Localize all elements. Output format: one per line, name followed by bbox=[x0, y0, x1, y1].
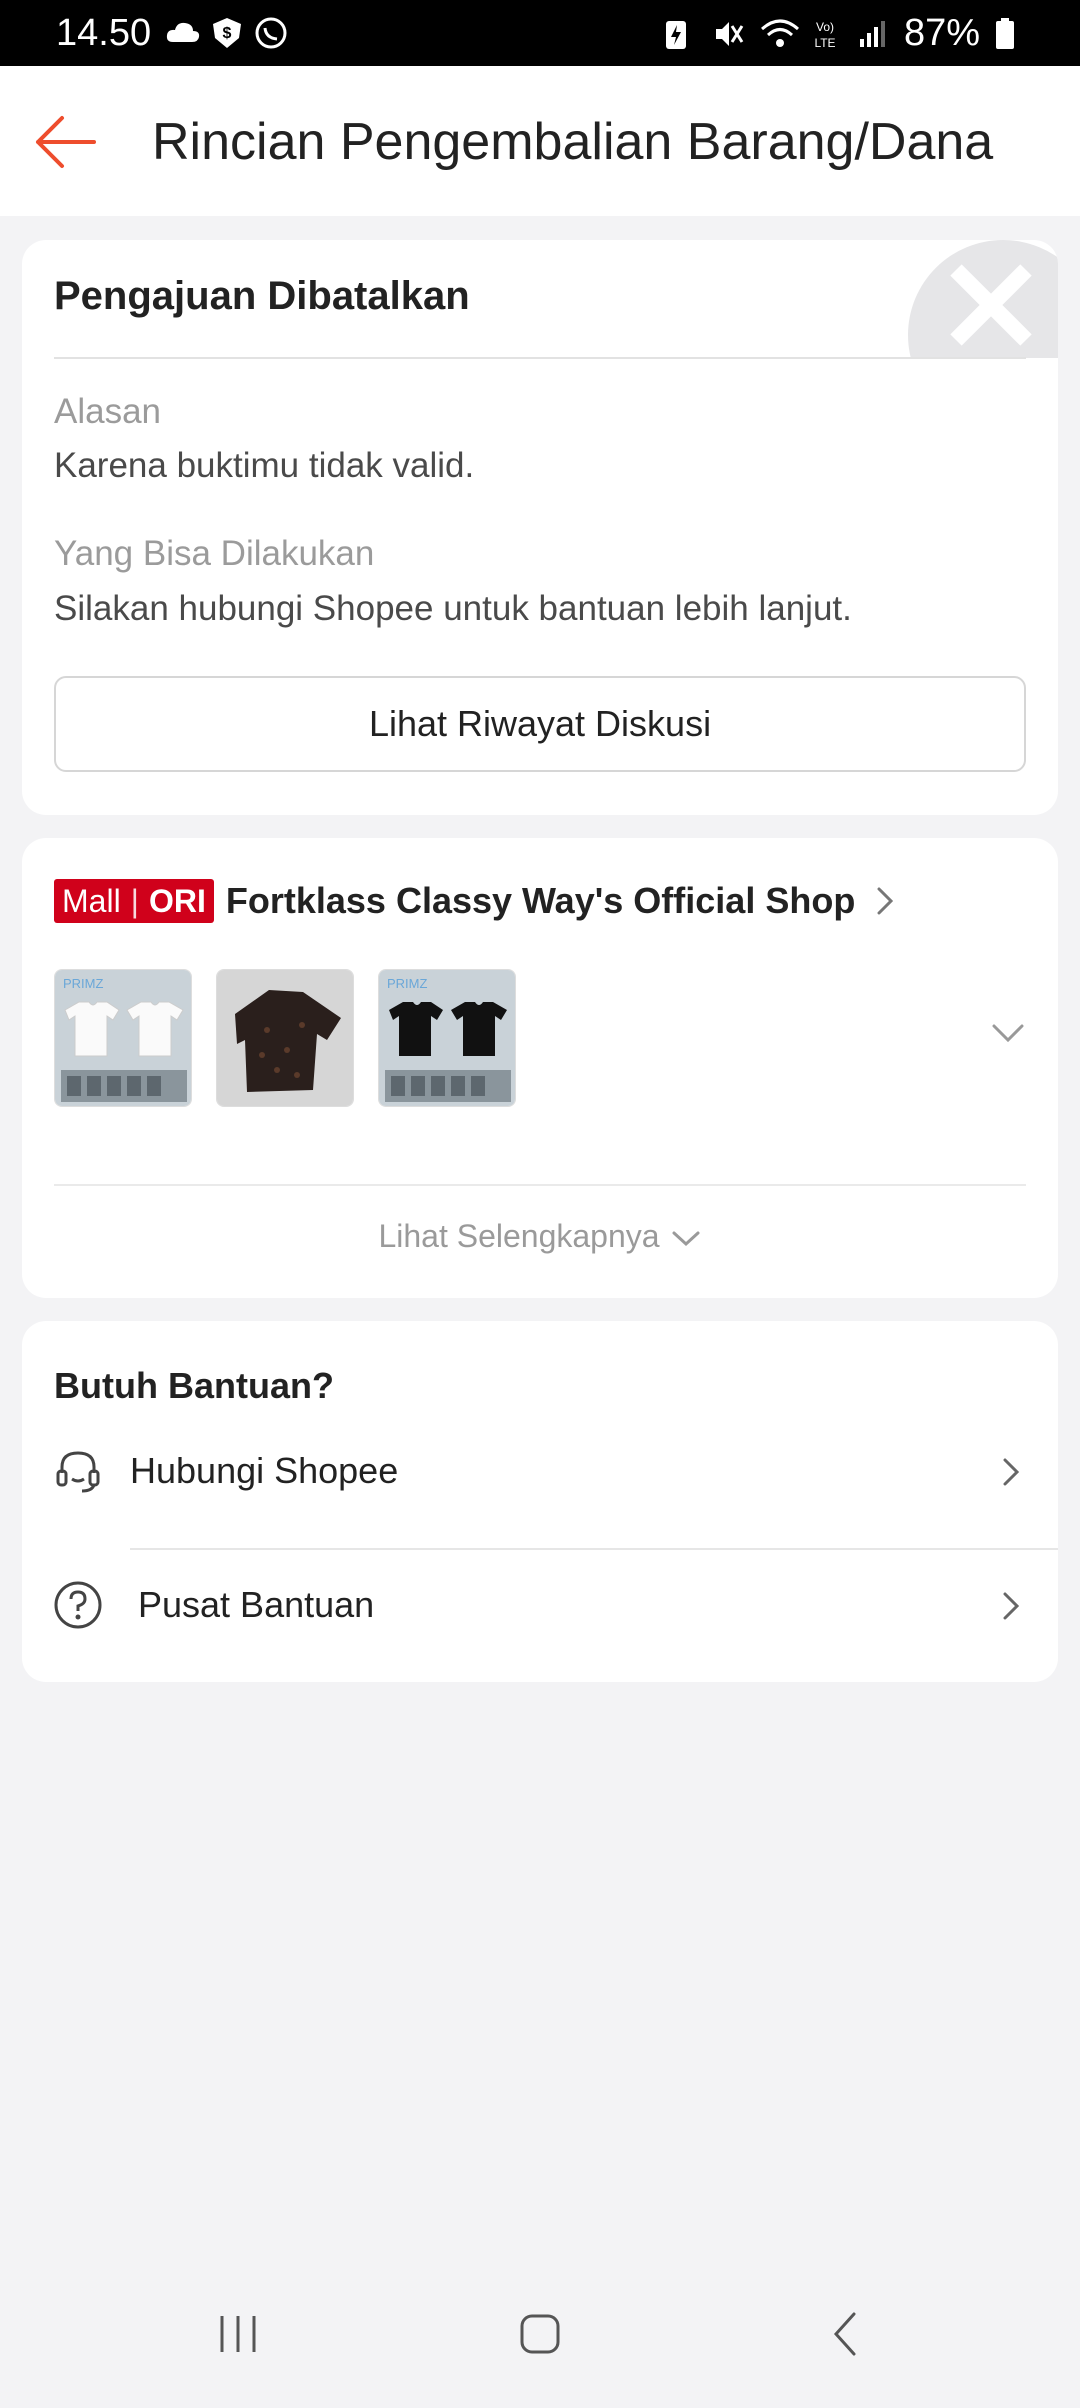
view-discussion-button[interactable]: Lihat Riwayat Diskusi bbox=[54, 676, 1026, 772]
next-steps-label: Yang Bisa Dilakukan bbox=[54, 534, 375, 573]
svg-text:LTE: LTE bbox=[814, 36, 835, 50]
chevron-right-icon bbox=[877, 887, 894, 915]
product-thumbnail[interactable]: PRIMZ bbox=[378, 969, 516, 1107]
home-icon[interactable] bbox=[510, 2304, 570, 2364]
system-nav-bar bbox=[0, 2260, 1080, 2408]
chevron-right-icon bbox=[1003, 1458, 1020, 1486]
recents-icon[interactable] bbox=[208, 2304, 268, 2364]
battery-percent: 87% bbox=[903, 12, 980, 54]
cloud-sync-icon bbox=[165, 16, 201, 50]
status-title: Pengajuan Dibatalkan bbox=[54, 274, 470, 318]
next-steps-value: Silakan hubungi Shopee untuk bantuan leb… bbox=[54, 589, 852, 628]
status-bar: 14.50 $ Vo) LTE 87% bbox=[0, 0, 1080, 66]
chevron-down-icon[interactable] bbox=[988, 1018, 1028, 1048]
money-shield-icon: $ bbox=[209, 16, 245, 50]
svg-text:Vo): Vo) bbox=[816, 20, 834, 34]
see-more-label: Lihat Selengkapnya bbox=[378, 1218, 660, 1254]
return-status-card: Pengajuan Dibatalkan Alasan Karena bukti… bbox=[22, 240, 1058, 815]
status-time: 14.50 bbox=[56, 12, 152, 54]
product-thumbnail[interactable] bbox=[216, 969, 354, 1107]
mall-ori-badge: Mall | ORI bbox=[54, 879, 214, 923]
whatsapp-icon bbox=[253, 16, 289, 50]
black-tshirts-image: PRIMZ bbox=[379, 970, 515, 1106]
shop-name: Fortklass Classy Way's Official Shop bbox=[225, 880, 856, 921]
reason-value: Karena buktimu tidak valid. bbox=[54, 446, 475, 485]
headset-icon bbox=[56, 1451, 100, 1493]
volte-icon: Vo) LTE bbox=[808, 17, 842, 51]
contact-shopee-label: Hubungi Shopee bbox=[130, 1450, 399, 1491]
question-circle-icon bbox=[54, 1581, 102, 1629]
chevron-right-icon bbox=[1003, 1592, 1020, 1620]
help-center-label: Pusat Bantuan bbox=[138, 1584, 375, 1625]
mute-icon bbox=[712, 17, 746, 51]
product-thumbnail[interactable]: PRIMZ bbox=[54, 969, 192, 1107]
cancelled-badge bbox=[908, 240, 1058, 358]
svg-text:$: $ bbox=[223, 25, 232, 42]
help-title: Butuh Bantuan? bbox=[54, 1365, 334, 1406]
see-more-link[interactable]: Lihat Selengkapnya bbox=[22, 1218, 1058, 1255]
divider bbox=[54, 357, 1026, 359]
divider bbox=[54, 1184, 1026, 1186]
chevron-down-icon bbox=[672, 1231, 700, 1246]
close-icon bbox=[950, 264, 1032, 346]
svg-text:PRIMZ: PRIMZ bbox=[63, 976, 104, 991]
battery-saver-icon bbox=[664, 17, 698, 51]
signal-icon bbox=[856, 17, 890, 51]
back-button[interactable] bbox=[32, 108, 100, 176]
wifi-icon bbox=[760, 17, 799, 51]
app-bar: Rincian Pengembalian Barang/Dana bbox=[0, 66, 1080, 216]
patterned-shirt-image bbox=[217, 970, 353, 1106]
white-tshirts-image: PRIMZ bbox=[55, 970, 191, 1106]
svg-text:PRIMZ: PRIMZ bbox=[387, 976, 428, 991]
shop-link[interactable]: Mall | ORI Fortklass Classy Way's Offici… bbox=[54, 878, 897, 924]
arrow-left-icon bbox=[36, 116, 96, 168]
ori-badge-label: ORI bbox=[148, 882, 206, 919]
page-title: Rincian Pengembalian Barang/Dana bbox=[152, 113, 994, 171]
mall-badge-label: Mall bbox=[62, 882, 121, 919]
reason-label: Alasan bbox=[54, 392, 162, 431]
battery-icon bbox=[994, 17, 1028, 51]
back-nav-icon[interactable] bbox=[816, 2304, 876, 2364]
shop-card: Mall | ORI Fortklass Classy Way's Offici… bbox=[22, 838, 1058, 1298]
help-card: Butuh Bantuan? Hubungi Shopee Pusat Bant… bbox=[22, 1321, 1058, 1682]
help-center-row[interactable]: Pusat Bantuan bbox=[22, 1540, 1058, 1670]
contact-shopee-row[interactable]: Hubungi Shopee bbox=[22, 1406, 1058, 1536]
